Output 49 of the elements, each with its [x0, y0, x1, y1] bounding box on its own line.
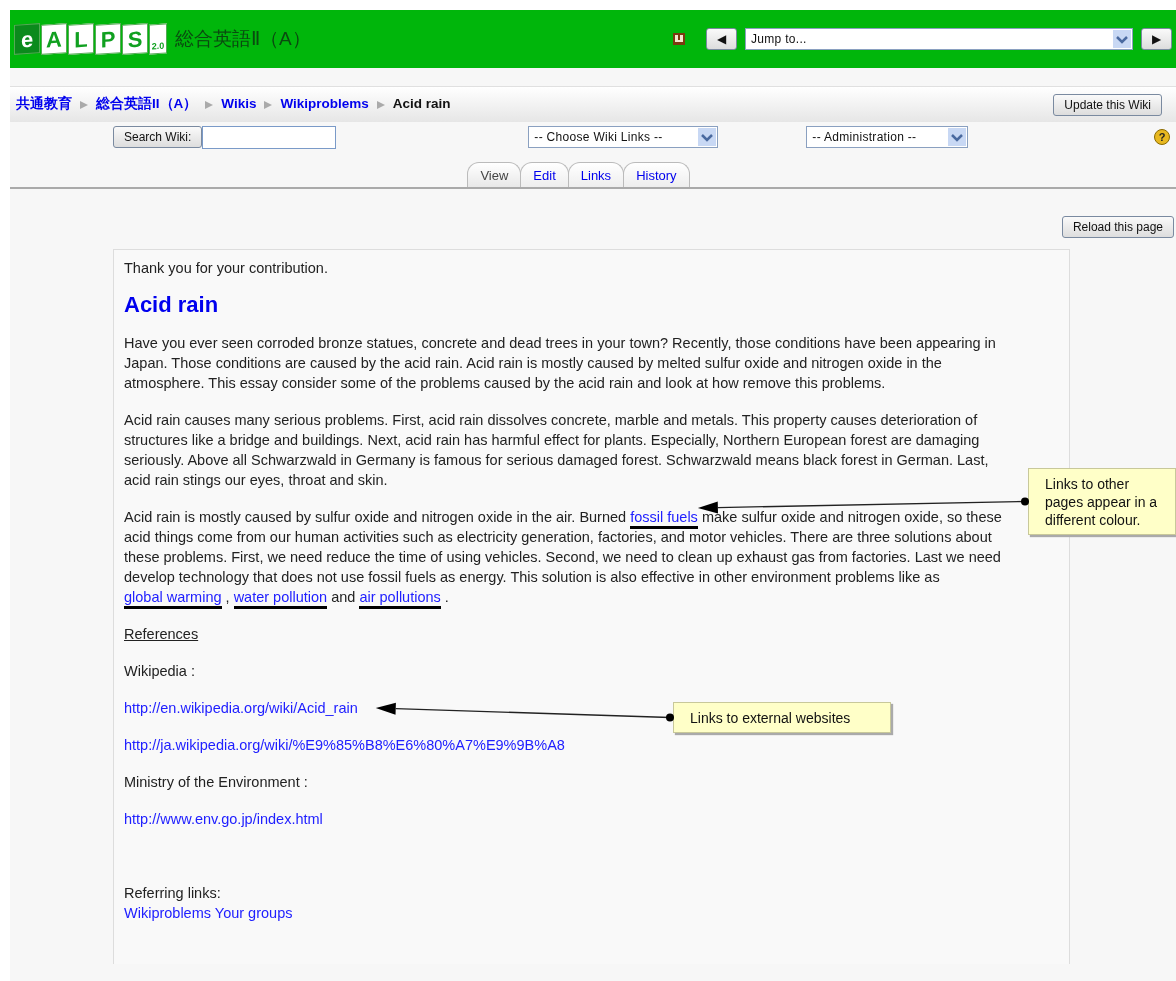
help-icon[interactable]: ?	[1154, 129, 1170, 145]
tab[interactable]: View	[467, 161, 522, 187]
next-button[interactable]: ▶	[1141, 28, 1172, 50]
tab[interactable]: History	[623, 161, 690, 187]
administration-select[interactable]: -- Administration --	[806, 126, 969, 148]
chevron-down-icon	[698, 128, 717, 146]
separator-icon	[375, 99, 386, 110]
update-wiki-button[interactable]: Update this Wiki	[1053, 93, 1162, 116]
reference-label: Wikipedia :	[124, 663, 195, 679]
jump-to-select[interactable]: Jump to...	[745, 28, 1133, 50]
paragraph: Acid rain causes many serious problems. First, acid rain dissolves concrete, marble and metals. This property causes deterioration of structures like a bridge and buildings. Next, acid rain has harmful effect for plants. Especially, Northern European forest are damaging seriously. Above all Schwarzwald in Germany is famous for serious damaged forest. Schwarzwald means black forest in German. Last, acid rain stings our eyes, throat and skin.	[124, 411, 990, 490]
tab[interactable]: Links	[567, 161, 625, 187]
wiki-links-select[interactable]: -- Choose Wiki Links --	[528, 126, 719, 148]
link[interactable]: global warming	[124, 589, 222, 609]
search-field[interactable]	[202, 125, 337, 149]
references-heading: References	[124, 625, 200, 644]
callout-note: Links to external websites	[673, 702, 891, 733]
previous-button[interactable]: ◀	[706, 28, 737, 50]
referring-link[interactable]: Wikiproblems	[124, 905, 211, 921]
search-button[interactable]: Search Wiki:	[113, 126, 203, 148]
referring-link[interactable]: Your groups	[214, 905, 293, 921]
course-title: 総合英語Ⅱ（A）	[175, 26, 311, 51]
link[interactable]: fossil fuels	[630, 509, 698, 529]
separator-icon	[263, 99, 274, 110]
tab[interactable]: Edit	[520, 161, 569, 187]
link[interactable]: air pollutions	[359, 589, 441, 609]
breadcrumb-link[interactable]: Wikis	[221, 94, 257, 115]
reload-button[interactable]: Reload this page	[1061, 216, 1174, 238]
logo: e A L P S 2.0	[14, 24, 167, 54]
chevron-down-icon	[1113, 30, 1131, 48]
reference-link[interactable]: http://www.env.go.jp/index.html	[124, 811, 323, 827]
breadcrumb-current: Acid rain	[392, 95, 451, 114]
box-icon	[672, 32, 686, 46]
breadcrumb-link[interactable]: Wikiproblems	[280, 94, 369, 115]
separator-icon	[204, 99, 215, 110]
reference-label: Ministry of the Environment :	[124, 774, 308, 790]
notice-text: Thank you for your contribution.	[124, 259, 329, 278]
page-title: Acid rain	[124, 295, 220, 315]
link[interactable]: water pollution	[233, 589, 328, 609]
reference-link[interactable]: http://en.wikipedia.org/wiki/Acid_rain	[124, 700, 358, 716]
reference-link[interactable]: http://ja.wikipedia.org/wiki/%E9%85%B8%E6%80%A7%E9%9B%A8	[124, 737, 565, 753]
separator-icon	[79, 99, 89, 110]
referring-label: Referring links:	[124, 884, 222, 903]
chevron-down-icon	[948, 128, 967, 146]
breadcrumb-link[interactable]: 共通教育	[16, 94, 72, 115]
paragraph: Have you ever seen corroded bronze statues, concrete and dead trees in your town? Recently, those conditions have been appearing in Japan. Those conditions are caused by the acid rain. Acid rain is mostly caused by melted sulfur oxide and nitrogen oxide in the atmosphere. This essay consider some of the problems caused by the acid rain and look at how remove this problems.	[124, 334, 997, 393]
callout-note: Links to other pages appear in a different colour.	[1028, 468, 1176, 535]
paragraph: Acid rain is mostly caused by sulfur oxide and nitrogen oxide in the air. Burned fossil fuels make sulfur oxide and nitrogen oxide, so these acid things come from our human activities such as electricity generation, factories, and motor vehicles. There are three solutions about these problems. First, we need reduce the time of using vehicles. Second, we need to clean up exhaust gas from factories. Last we need develop technology that does not use fossil fuels as energy. This solution is also effective in other environment problems like as global warming , water pollution and air pollutions .	[124, 507, 1019, 607]
breadcrumb-link[interactable]: 総合英語II（A）	[96, 94, 198, 115]
